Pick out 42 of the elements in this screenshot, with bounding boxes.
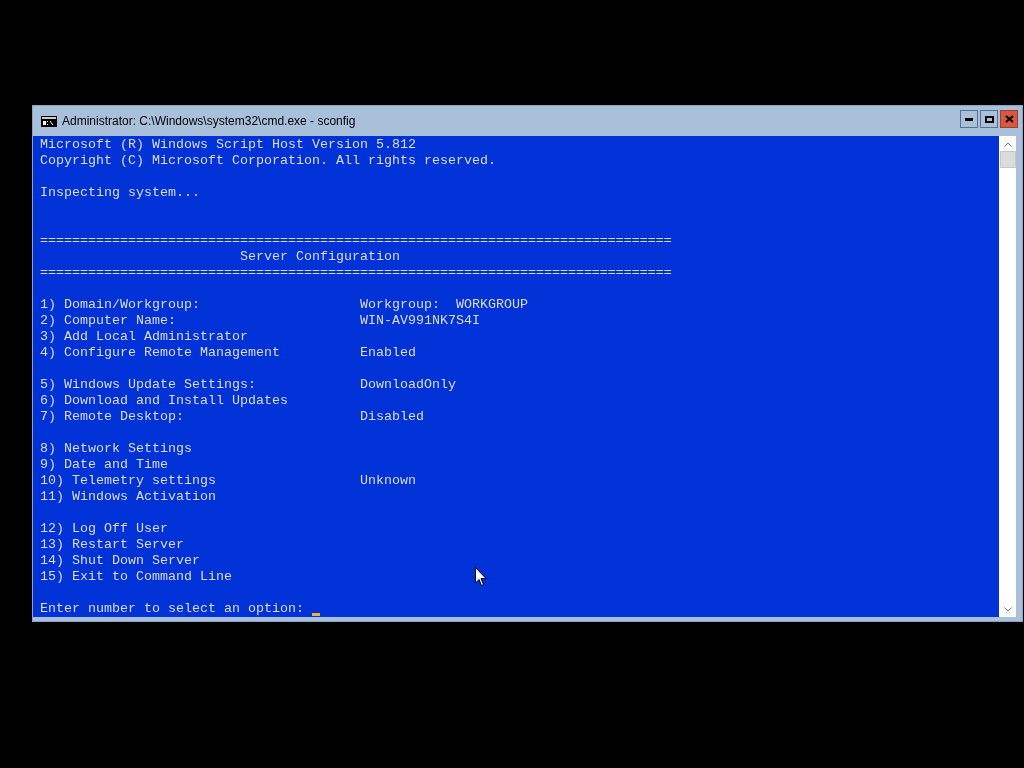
menu-option: 6) Download and Install Updates xyxy=(40,393,288,408)
console-app-icon xyxy=(41,115,57,127)
window-title: Administrator: C:\Windows\system32\cmd.exe - sconfig xyxy=(62,113,356,130)
setting-value: Disabled xyxy=(360,409,424,425)
menu-option: 15) Exit to Command Line xyxy=(40,569,232,584)
maximize-icon xyxy=(984,115,994,123)
menu-option: 3) Add Local Administrator xyxy=(40,329,248,344)
setting-value: Unknown xyxy=(360,473,416,489)
mouse-pointer-icon xyxy=(475,567,487,587)
minimize-button[interactable] xyxy=(960,110,978,128)
setting-value: Enabled xyxy=(360,345,416,361)
close-icon xyxy=(1004,115,1014,123)
menu-option: 4) Configure Remote Management xyxy=(40,345,280,360)
menu-option: 11) Windows Activation xyxy=(40,489,216,504)
menu-option: 12) Log Off User xyxy=(40,521,168,536)
console-text: Copyright (C) Microsoft Corporation. All rights reserved. xyxy=(40,153,496,169)
separator-line: =============================================================================== xyxy=(40,265,672,281)
console-text: Microsoft (R) Windows Script Host Version 5.812 xyxy=(40,137,416,153)
menu-option: 2) Computer Name: xyxy=(40,313,176,328)
input-prompt: Enter number to select an option: xyxy=(40,601,304,617)
menu-option: 14) Shut Down Server xyxy=(40,553,200,568)
menu-option: 8) Network Settings xyxy=(40,441,192,456)
separator-line: =============================================================================== xyxy=(40,233,672,249)
setting-value: WIN-AV991NK7S4I xyxy=(360,313,480,329)
scrollbar-thumb[interactable] xyxy=(999,151,1016,168)
text-cursor xyxy=(311,613,320,616)
maximize-button[interactable] xyxy=(980,110,998,128)
menu-option: 9) Date and Time xyxy=(40,457,168,472)
console-text: Inspecting system... xyxy=(40,185,200,201)
menu-option: 7) Remote Desktop: xyxy=(40,409,184,424)
scroll-down-icon[interactable] xyxy=(1003,607,1012,612)
menu-option: 13) Restart Server xyxy=(40,537,184,552)
vertical-scrollbar[interactable] xyxy=(999,136,1016,617)
menu-option: 10) Telemetry settings xyxy=(40,473,216,488)
minimize-icon xyxy=(965,117,973,121)
menu-option: 5) Windows Update Settings: xyxy=(40,377,256,392)
setting-value: Workgroup: WORKGROUP xyxy=(360,297,528,313)
scroll-up-icon[interactable] xyxy=(1003,142,1012,147)
menu-option: 1) Domain/Workgroup: xyxy=(40,297,200,312)
close-button[interactable] xyxy=(1000,110,1018,128)
menu-heading: Server Configuration xyxy=(240,249,400,265)
setting-value: DownloadOnly xyxy=(360,377,456,393)
